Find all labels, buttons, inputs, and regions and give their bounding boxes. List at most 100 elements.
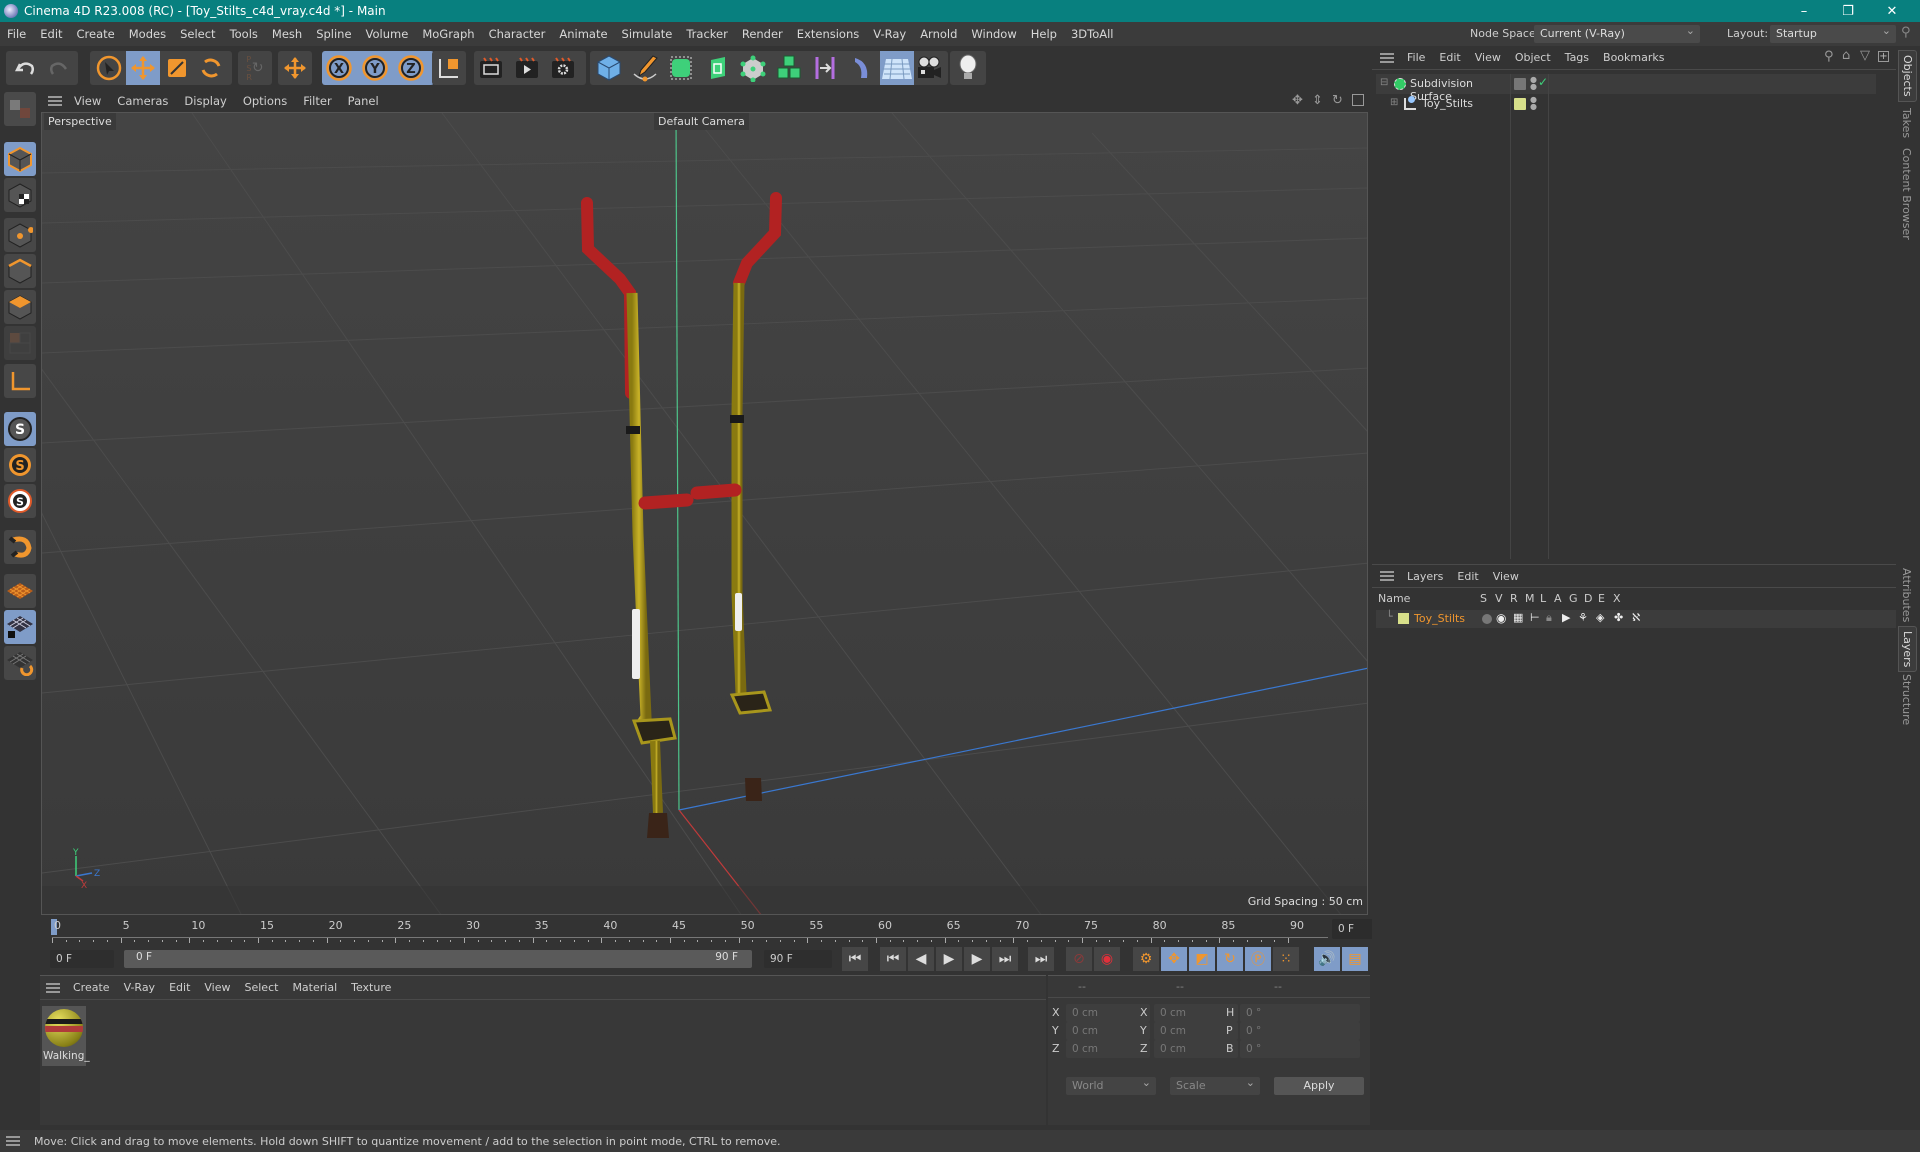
key-rotation-icon[interactable]: ↻: [1217, 947, 1243, 971]
camera-label[interactable]: Default Camera: [654, 113, 749, 130]
rotate-icon[interactable]: [194, 51, 228, 85]
home-icon[interactable]: ⌂: [1842, 48, 1850, 63]
layout-dropdown[interactable]: Startup: [1770, 22, 1896, 43]
layer-name[interactable]: Toy_Stilts: [1414, 612, 1465, 625]
material-menu-create[interactable]: Create: [66, 981, 117, 994]
go-to-end-icon[interactable]: ⏭: [1028, 947, 1054, 971]
polygon-mode-icon[interactable]: [4, 290, 36, 324]
previous-frame-icon[interactable]: ◀: [908, 947, 934, 971]
previous-key-icon[interactable]: ⏮: [880, 947, 906, 971]
layer-column-header[interactable]: S: [1480, 592, 1487, 605]
menu-help[interactable]: Help: [1024, 27, 1064, 41]
viewport-perspective[interactable]: Perspective Default Camera Grid Spacing …: [41, 112, 1368, 915]
menu-3dtoall[interactable]: 3DToAll: [1064, 27, 1121, 41]
start-frame-field[interactable]: 0 F: [50, 950, 114, 968]
magnet-icon[interactable]: [4, 530, 36, 564]
x-axis-icon[interactable]: X: [322, 51, 356, 85]
autokey-icon[interactable]: ◉: [1094, 947, 1120, 971]
menu-character[interactable]: Character: [482, 27, 553, 41]
menu-create[interactable]: Create: [70, 27, 122, 41]
go-to-start-icon[interactable]: ⏮: [842, 947, 868, 971]
rotate-view-icon[interactable]: ↻: [1332, 93, 1343, 108]
menu-simulate[interactable]: Simulate: [615, 27, 680, 41]
menu-file[interactable]: File: [0, 27, 33, 41]
layer-solo-icon[interactable]: [1482, 614, 1492, 624]
render-settings-icon[interactable]: [546, 51, 580, 85]
collapse-icon[interactable]: ⊟: [1380, 77, 1388, 88]
select-icon[interactable]: [92, 51, 126, 85]
material-menu-select[interactable]: Select: [238, 981, 286, 994]
menu-arnold[interactable]: Arnold: [913, 27, 964, 41]
live-move-icon[interactable]: [278, 51, 312, 85]
expand-icon[interactable]: ⊞: [1390, 97, 1398, 108]
viewport-solo-icon[interactable]: [4, 92, 36, 126]
minimize-button[interactable]: –: [1782, 0, 1826, 22]
node-space-dropdown[interactable]: Current (V-Ray): [1534, 22, 1700, 43]
objects-menu-object[interactable]: Object: [1508, 51, 1558, 64]
uv-mode-icon[interactable]: [4, 326, 36, 360]
render-view-icon[interactable]: [510, 51, 544, 85]
cube-icon[interactable]: [592, 51, 626, 85]
pan-view-icon[interactable]: ✥: [1292, 93, 1303, 108]
frame-range-slider[interactable]: 0 F 90 F: [124, 950, 752, 968]
material-menu-icon[interactable]: [46, 982, 60, 993]
layer-render-icon[interactable]: ▦: [1513, 611, 1523, 624]
menu-select[interactable]: Select: [173, 27, 222, 41]
render-region-icon[interactable]: [474, 51, 508, 85]
end-frame-field[interactable]: 90 F: [764, 950, 832, 968]
layer-lock-icon[interactable]: 🔒︎: [1546, 611, 1552, 625]
enabled-check-icon[interactable]: ✓: [1538, 75, 1548, 89]
pen-icon[interactable]: [628, 51, 662, 85]
viewport-menu-view[interactable]: View: [66, 94, 109, 108]
menu-window[interactable]: Window: [964, 27, 1023, 41]
tab-layers[interactable]: Layers: [1898, 626, 1917, 673]
menu-animate[interactable]: Animate: [552, 27, 614, 41]
layer-tag-icon[interactable]: [1514, 78, 1526, 90]
play-icon[interactable]: ▶: [936, 947, 962, 971]
symmetry-icon[interactable]: [808, 51, 842, 85]
menu-vray[interactable]: V-Ray: [866, 27, 913, 41]
objects-menu-icon[interactable]: [1380, 52, 1394, 63]
objects-menu-edit[interactable]: Edit: [1432, 51, 1467, 64]
apply-button[interactable]: Apply: [1274, 1077, 1364, 1095]
workplane-icon[interactable]: [4, 574, 36, 608]
viewport-menu-icon[interactable]: [48, 96, 62, 106]
viewport-menu-panel[interactable]: Panel: [340, 94, 387, 108]
layers-menu-view[interactable]: View: [1486, 570, 1526, 583]
coordinate-field[interactable]: 0 °: [1240, 1004, 1360, 1022]
object-row-toy-stilts[interactable]: ⊞ Toy_Stilts: [1376, 94, 1510, 114]
axis-mode-icon[interactable]: [4, 364, 36, 398]
tab-takes[interactable]: Takes: [1898, 104, 1915, 142]
edge-mode-icon[interactable]: [4, 254, 36, 288]
menu-tracker[interactable]: Tracker: [679, 27, 735, 41]
workplane-align-icon[interactable]: [4, 646, 36, 680]
psr-icon[interactable]: P S R ↻: [238, 51, 272, 85]
menu-render[interactable]: Render: [735, 27, 790, 41]
key-pla-icon[interactable]: ⁙: [1273, 947, 1299, 971]
cloner-icon[interactable]: [736, 51, 770, 85]
next-key-icon[interactable]: ⏭: [992, 947, 1018, 971]
snap-workplane-icon[interactable]: S: [4, 484, 36, 518]
viewport-menu-cameras[interactable]: Cameras: [109, 94, 176, 108]
tab-structure[interactable]: Structure: [1898, 670, 1915, 729]
point-mode-icon[interactable]: [4, 218, 36, 252]
layer-manager-icon[interactable]: ⊢: [1530, 611, 1540, 624]
y-axis-icon[interactable]: Y: [358, 51, 392, 85]
filter-icon[interactable]: ▽: [1860, 48, 1870, 63]
undo-icon[interactable]: [8, 51, 42, 85]
deformer-icon[interactable]: [844, 51, 878, 85]
objects-menu-view[interactable]: View: [1468, 51, 1508, 64]
menu-modes[interactable]: Modes: [122, 27, 173, 41]
material-menu-texture[interactable]: Texture: [344, 981, 398, 994]
maximize-view-icon[interactable]: [1352, 94, 1364, 106]
layer-deformers-icon[interactable]: ◈: [1596, 611, 1604, 624]
layer-column-header[interactable]: Name: [1378, 592, 1410, 605]
extrude-icon[interactable]: [700, 51, 734, 85]
sound-icon[interactable]: 🔊: [1314, 947, 1340, 971]
next-frame-icon[interactable]: ▶: [964, 947, 990, 971]
material-menu-edit[interactable]: Edit: [162, 981, 197, 994]
snap-icon[interactable]: S: [4, 412, 36, 446]
layer-generators-icon[interactable]: ⚘: [1578, 611, 1588, 624]
viewport-menu-options[interactable]: Options: [235, 94, 295, 108]
layer-column-header[interactable]: D: [1584, 592, 1592, 605]
